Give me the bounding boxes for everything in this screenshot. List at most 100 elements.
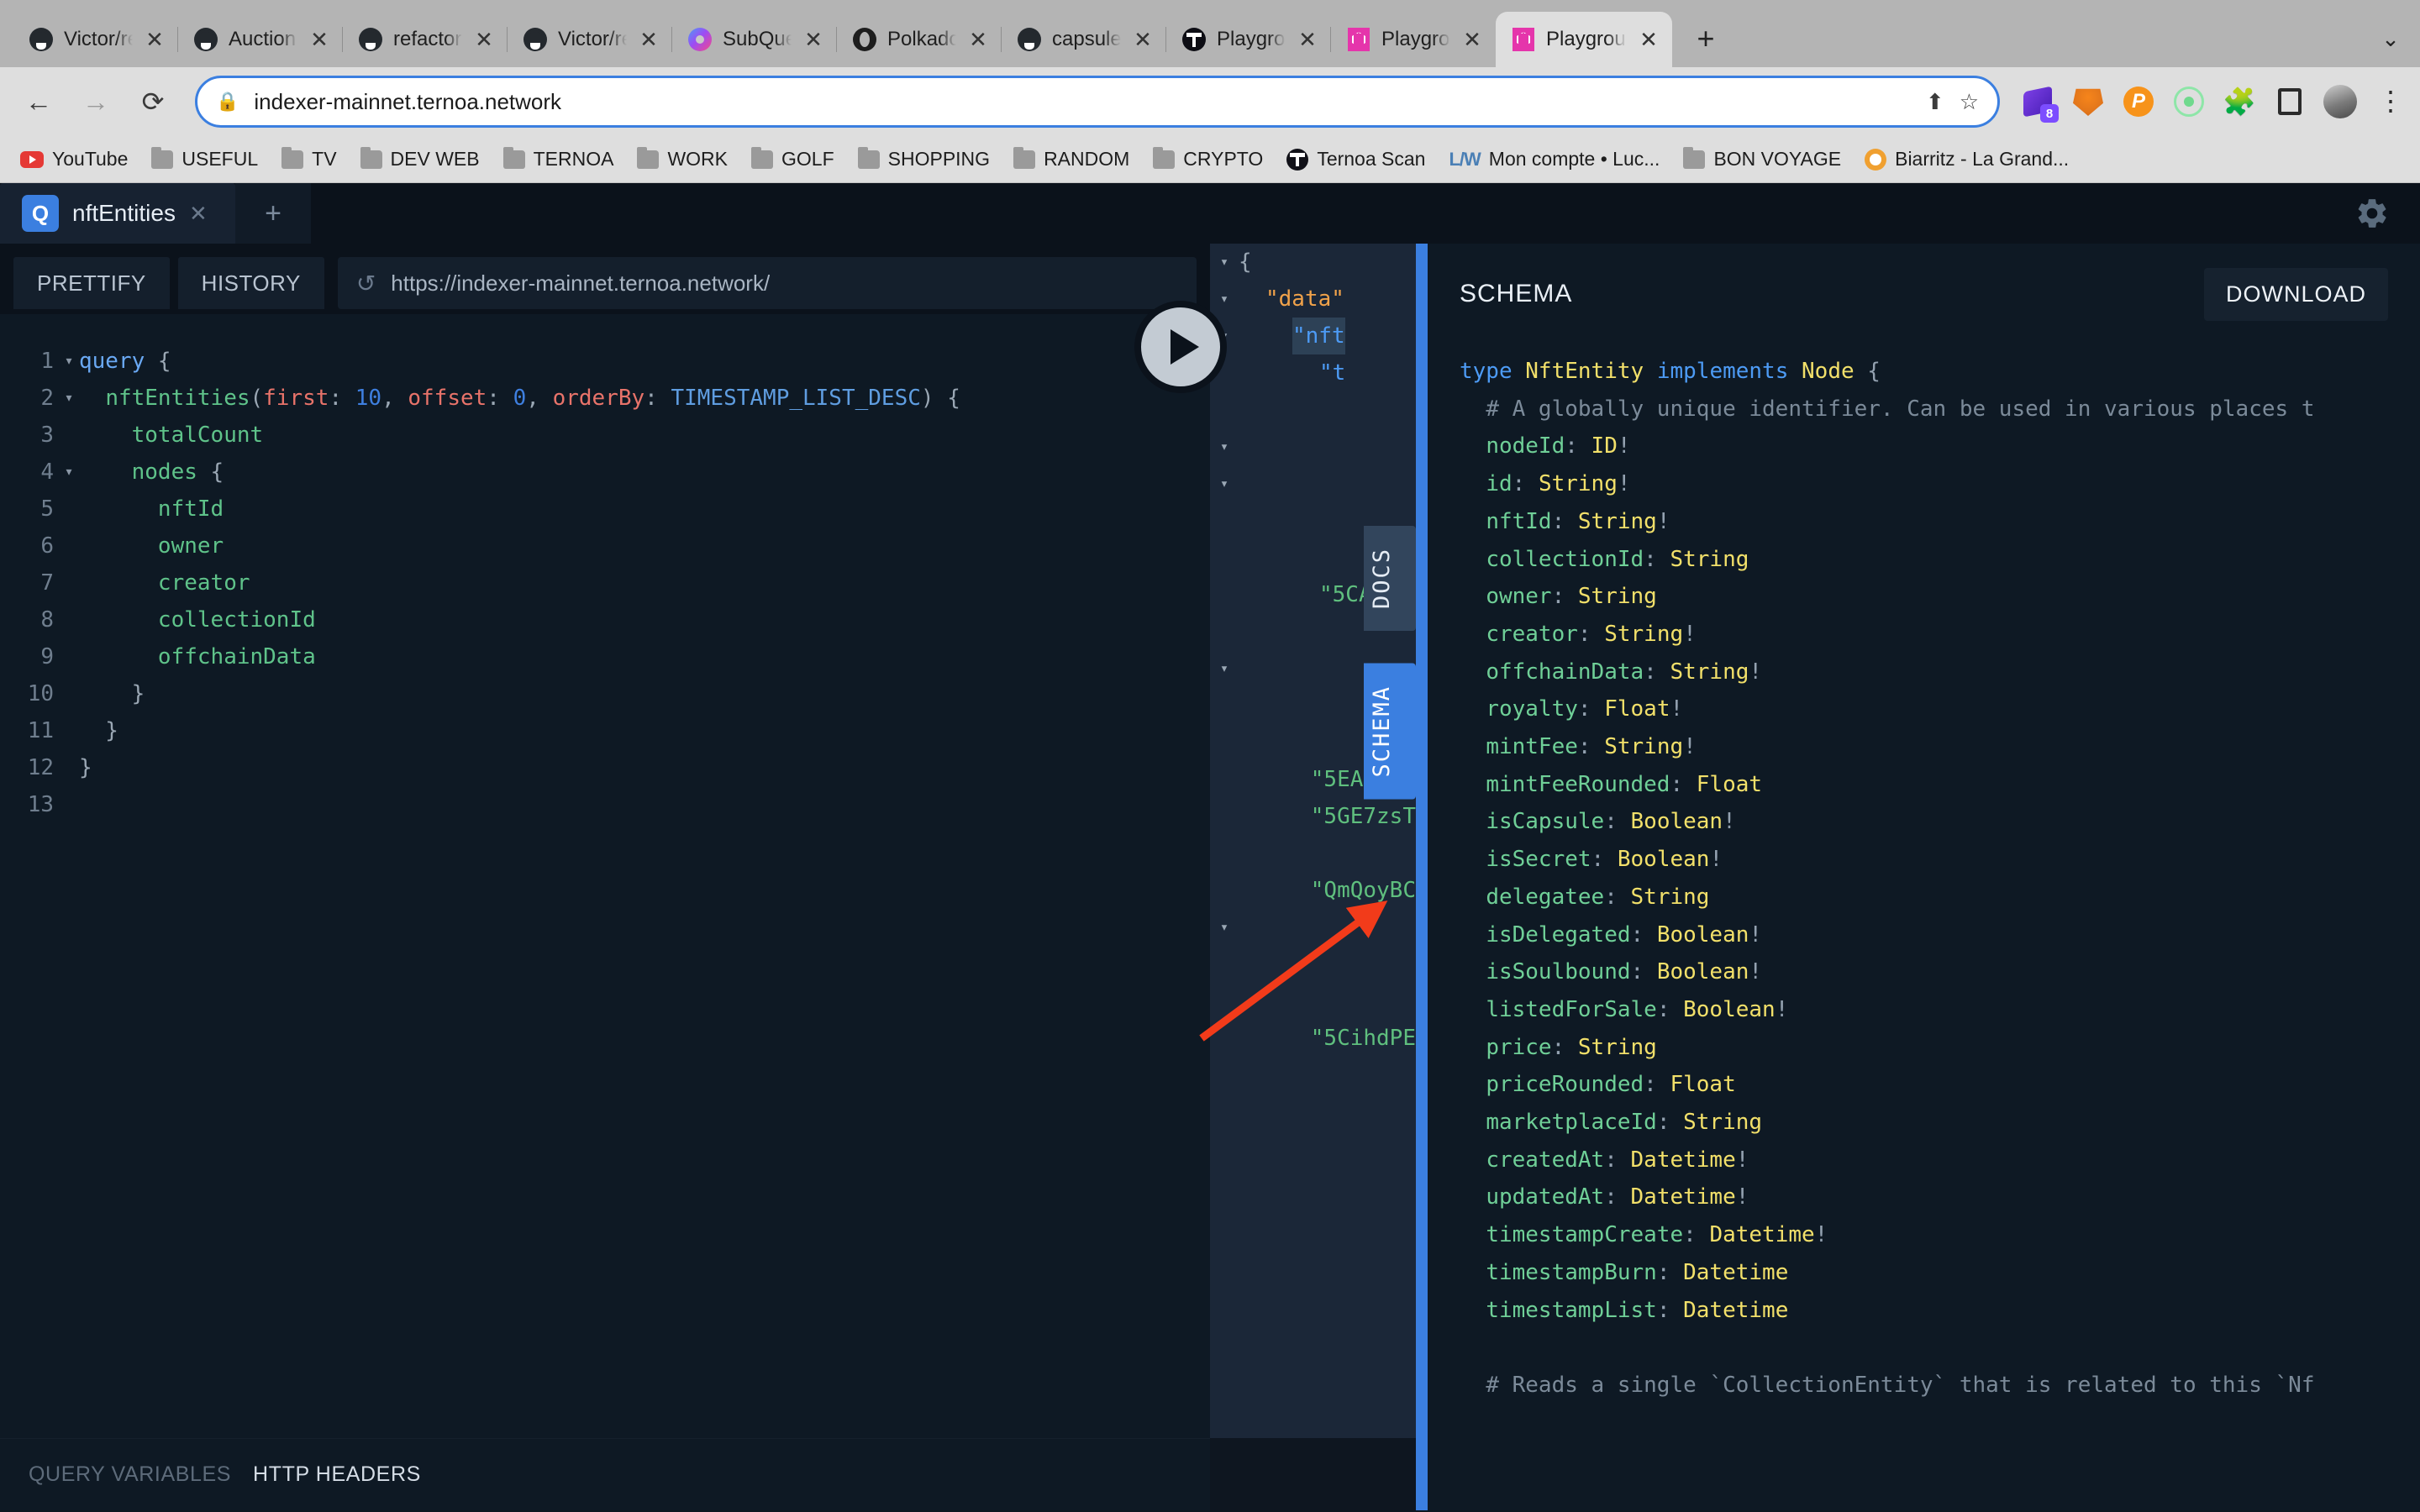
panel-divider[interactable] <box>1416 244 1428 1510</box>
schema-token: collectionId <box>1486 546 1644 572</box>
address-bar-url: indexer-mainnet.ternoa.network <box>254 88 562 114</box>
share-icon[interactable]: ⬆ <box>1926 89 1944 115</box>
docs-side-tab[interactable]: DOCS <box>1364 526 1416 632</box>
browser-tab-7[interactable]: Playground ✕ <box>1166 12 1331 67</box>
close-icon[interactable]: ✕ <box>802 29 825 50</box>
browser-tab-8[interactable]: Playground ✕ <box>1331 12 1496 67</box>
execute-query-button[interactable] <box>1134 301 1227 393</box>
address-bar[interactable]: 🔒 indexer-mainnet.ternoa.network ⬆ ☆ <box>195 76 2000 128</box>
result-line: "5GE7zsT <box>1210 798 1416 835</box>
bookmark-biarritz[interactable]: Biarritz - La Grand... <box>1856 143 2077 176</box>
close-icon[interactable]: ✕ <box>472 29 496 50</box>
playground-tab-nftentities[interactable]: Q nftEntities ✕ <box>0 183 235 244</box>
fold-toggle-icon[interactable]: ▾ <box>59 343 79 380</box>
browser-tab-9-active[interactable]: Playground ✕ <box>1496 12 1672 67</box>
close-icon[interactable]: ✕ <box>308 29 331 50</box>
line-number: 8 <box>40 607 54 633</box>
schema-token: type <box>1460 359 1526 384</box>
fold-toggle-icon[interactable]: ▾ <box>1210 244 1239 281</box>
fold-toggle-icon[interactable]: ▾ <box>1210 909 1239 946</box>
talisman-icon[interactable] <box>2171 84 2207 119</box>
back-arrow-icon[interactable]: ← <box>12 75 66 129</box>
schema-token: isCapsule <box>1486 809 1605 835</box>
browser-tab-5[interactable]: Polkadot Ma ✕ <box>837 12 1002 67</box>
side-panel-icon[interactable] <box>2272 84 2307 119</box>
bookmark-shopping[interactable]: SHOPPING <box>850 143 998 176</box>
tab-http-headers[interactable]: HTTP HEADERS <box>253 1462 421 1487</box>
bookmark-work[interactable]: WORK <box>629 143 736 176</box>
fold-toggle-icon[interactable]: ▾ <box>1210 281 1239 318</box>
bookmark-random[interactable]: RANDOM <box>1005 143 1138 176</box>
tab-list-chevron-down-icon[interactable]: ⌄ <box>2361 13 2420 64</box>
prettify-button[interactable]: PRETTIFY <box>13 257 170 309</box>
bookmark-youtube[interactable]: YouTube <box>12 143 136 176</box>
line-number: 5 <box>40 496 54 522</box>
history-button[interactable]: HISTORY <box>177 257 324 309</box>
close-icon[interactable]: ✕ <box>1296 29 1319 50</box>
bookmark-ternoa-scan[interactable]: Ternoa Scan <box>1278 143 1434 176</box>
fold-toggle-icon[interactable]: ▾ <box>59 380 79 417</box>
result-line: ▾"nft <box>1210 318 1416 354</box>
fold-toggle-icon[interactable]: ▾ <box>1210 428 1239 465</box>
fold-toggle-icon[interactable]: ▾ <box>59 454 79 491</box>
line-number: 9 <box>40 644 54 669</box>
browser-tab-0[interactable]: Victor/rentin ✕ <box>13 12 178 67</box>
rabby-wallet-icon[interactable]: 8 <box>2020 84 2059 123</box>
schema-token: String <box>1577 1034 1657 1060</box>
chrome-menu-icon[interactable]: ⋮ <box>2373 84 2408 119</box>
close-icon[interactable]: ✕ <box>1131 29 1155 50</box>
forward-arrow-icon[interactable]: → <box>69 75 123 129</box>
query-code[interactable]: 1 ▾ query {2 ▾ nftEntities(first: 10, offse… <box>0 314 1210 1438</box>
schema-side-tab[interactable]: SCHEMA <box>1364 664 1416 800</box>
close-icon[interactable]: ✕ <box>1637 29 1660 50</box>
browser-tab-6[interactable]: capsule-cor ✕ <box>1002 12 1166 67</box>
star-icon[interactable]: ☆ <box>1960 89 1979 115</box>
browser-tab-3[interactable]: Victor/rentin ✕ <box>508 12 672 67</box>
query-editor-area[interactable]: 1 ▾ query {2 ▾ nftEntities(first: 10, offse… <box>0 314 1210 1438</box>
close-icon[interactable]: ✕ <box>637 29 660 50</box>
fold-toggle-icon[interactable]: ▾ <box>1210 650 1239 687</box>
close-icon[interactable]: ✕ <box>1460 29 1484 50</box>
tab-query-variables[interactable]: QUERY VARIABLES <box>29 1462 231 1487</box>
add-playground-tab-button[interactable]: + <box>235 183 311 244</box>
subquery-icon <box>687 27 713 52</box>
query-results-panel[interactable]: ▾{▾"data"▾"nft"t▾▾"5CAG▾"5EAVDSU"5GE7zsT… <box>1210 244 1416 1510</box>
bookmark-useful[interactable]: USEFUL <box>143 143 266 176</box>
download-button[interactable]: DOWNLOAD <box>2203 267 2388 321</box>
close-icon[interactable]: ✕ <box>143 29 166 50</box>
browser-tab-4[interactable]: SubQuery N ✕ <box>672 12 837 67</box>
metamask-icon[interactable] <box>2070 84 2106 119</box>
schema-line: timestampCreate: Datetime! <box>1460 1216 2420 1254</box>
bookmark-bon-voyage[interactable]: BON VOYAGE <box>1675 143 1849 176</box>
polkadot-js-icon[interactable]: P <box>2121 84 2156 119</box>
close-icon[interactable]: ✕ <box>966 29 990 50</box>
close-icon[interactable]: ✕ <box>189 201 208 227</box>
schema-line: isCapsule: Boolean! <box>1460 803 2420 841</box>
new-tab-button[interactable]: + <box>1681 13 1731 64</box>
profile-avatar[interactable] <box>2323 84 2358 119</box>
reload-icon[interactable]: ⟳ <box>126 75 180 129</box>
reload-icon[interactable]: ↺ <box>356 270 376 297</box>
browser-tab-1[interactable]: Auction by in ✕ <box>178 12 343 67</box>
bookmark-ternoa[interactable]: TERNOA <box>495 143 623 176</box>
bookmark-tv[interactable]: TV <box>273 143 345 176</box>
result-line: ▾ <box>1210 465 1416 502</box>
code-text: totalCount <box>131 423 264 448</box>
schema-token: : <box>1644 1072 1670 1098</box>
bookmark-mon-compte[interactable]: L/W Mon compte • Luc... <box>1440 143 1668 176</box>
fold-toggle-icon[interactable]: ▾ <box>1210 465 1239 502</box>
schema-sdl-text: type NftEntity implements Node { # A glo… <box>1428 344 2420 1510</box>
gear-icon[interactable] <box>2354 196 2390 231</box>
endpoint-url-field[interactable]: ↺ https://indexer-mainnet.ternoa.network… <box>337 257 1197 309</box>
bookmark-crypto[interactable]: CRYPTO <box>1144 143 1271 176</box>
bookmark-golf[interactable]: GOLF <box>743 143 843 176</box>
schema-token: ! <box>1670 696 1684 722</box>
schema-token: price <box>1486 1034 1552 1060</box>
browser-tab-2[interactable]: refactor cod ✕ <box>343 12 508 67</box>
schema-token: offchainData <box>1486 659 1644 685</box>
lock-icon: 🔒 <box>216 91 239 112</box>
line-number: 3 <box>40 423 54 448</box>
extensions-puzzle-icon[interactable]: 🧩 <box>2222 84 2257 119</box>
bookmark-dev-web[interactable]: DEV WEB <box>352 143 488 176</box>
